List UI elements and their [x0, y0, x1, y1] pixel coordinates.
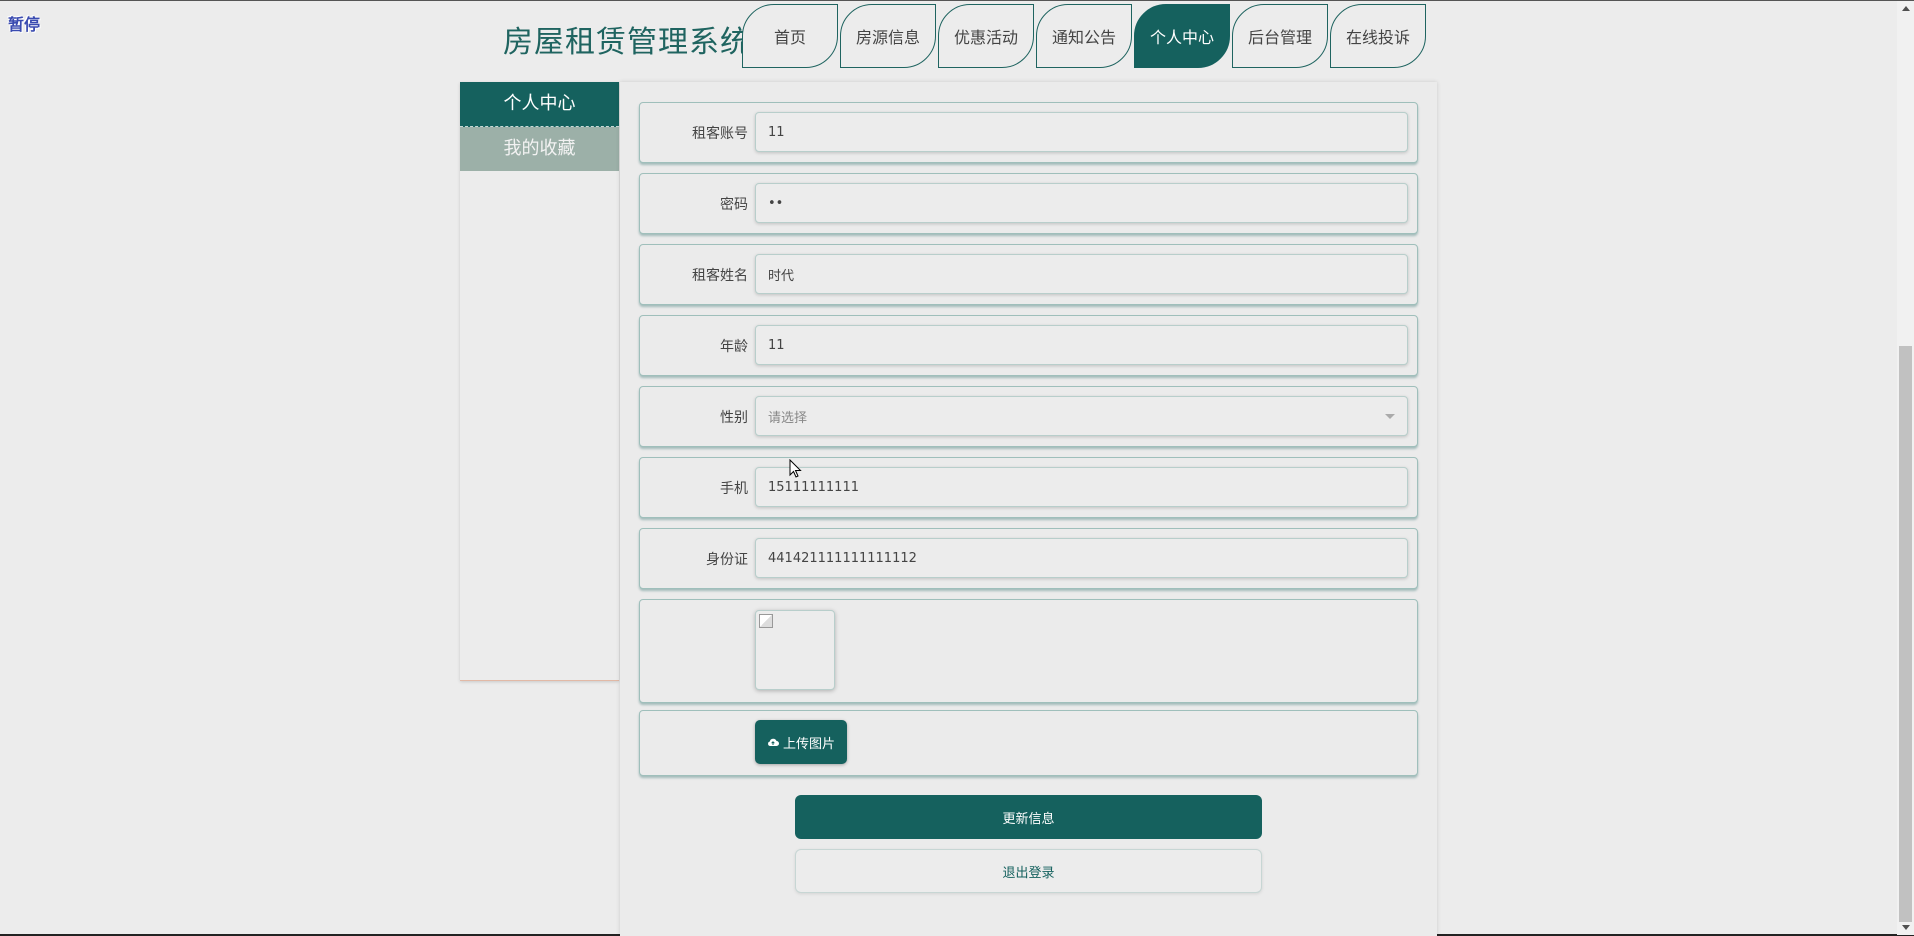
form-row-gender: 性别 请选择	[639, 386, 1418, 447]
form-row-id-card: 身份证 441421111111111112	[639, 528, 1418, 589]
id-card-input[interactable]: 441421111111111112	[755, 538, 1408, 578]
form-row-upload: 上传图片	[639, 710, 1418, 776]
vertical-scrollbar[interactable]	[1897, 1, 1914, 935]
name-label: 租客姓名	[692, 267, 748, 284]
logout-button[interactable]: 退出登录	[795, 849, 1262, 893]
nav-tab-notices[interactable]: 通知公告	[1036, 4, 1132, 68]
form-row-phone: 手机 15111111111	[639, 457, 1418, 518]
form-row-account: 租客账号 11	[639, 102, 1418, 163]
age-label: 年龄	[720, 338, 748, 355]
nav-tab-listings[interactable]: 房源信息	[840, 4, 936, 68]
scrollbar-thumb[interactable]	[1899, 346, 1912, 922]
phone-label: 手机	[720, 480, 748, 497]
broken-image-icon	[759, 614, 773, 628]
form-row-age: 年龄 11	[639, 315, 1418, 376]
mouse-cursor-icon	[789, 459, 802, 478]
gender-label: 性别	[720, 409, 748, 426]
avatar-image-preview[interactable]	[755, 610, 835, 690]
nav-tab-home[interactable]: 首页	[742, 4, 838, 68]
sidebar-item-favorites[interactable]: 我的收藏	[460, 127, 619, 171]
nav-tab-promotions[interactable]: 优惠活动	[938, 4, 1034, 68]
upload-image-label: 上传图片	[782, 736, 835, 752]
account-label: 租客账号	[692, 125, 748, 142]
upload-image-button[interactable]: 上传图片	[755, 720, 847, 764]
nav-tab-admin[interactable]: 后台管理	[1232, 4, 1328, 68]
profile-form-panel: 租客账号 11 密码 •• 租客姓名 时代 年龄 11 性别 请选择 手机 15…	[620, 82, 1437, 936]
cloud-upload-icon	[768, 738, 779, 746]
form-row-name: 租客姓名 时代	[639, 244, 1418, 305]
phone-input[interactable]: 15111111111	[755, 467, 1408, 507]
account-input[interactable]: 11	[755, 112, 1408, 152]
form-row-password: 密码 ••	[639, 173, 1418, 234]
nav-tab-profile[interactable]: 个人中心	[1134, 4, 1230, 68]
top-nav: 首页 房源信息 优惠活动 通知公告 个人中心 后台管理 在线投诉	[742, 4, 1426, 68]
name-input[interactable]: 时代	[755, 254, 1408, 294]
page: 暂停 房屋租赁管理系统 首页 房源信息 优惠活动 通知公告 个人中心 后台管理 …	[0, 0, 1914, 936]
id-card-label: 身份证	[706, 551, 748, 568]
update-info-button[interactable]: 更新信息	[795, 795, 1262, 839]
chevron-down-icon	[1385, 414, 1395, 419]
password-input[interactable]: ••	[755, 183, 1408, 223]
age-input[interactable]: 11	[755, 325, 1408, 365]
site-title: 房屋租赁管理系统	[503, 25, 751, 60]
sidebar-item-profile[interactable]: 个人中心	[460, 82, 619, 127]
form-row-avatar-preview	[639, 599, 1418, 703]
nav-tab-complaints[interactable]: 在线投诉	[1330, 4, 1426, 68]
gender-select[interactable]: 请选择	[755, 396, 1408, 436]
pause-label[interactable]: 暂停	[8, 11, 40, 35]
scroll-up-icon[interactable]	[1902, 6, 1910, 11]
scroll-down-icon[interactable]	[1902, 925, 1910, 930]
gender-select-placeholder: 请选择	[768, 410, 808, 426]
sidebar: 个人中心 我的收藏	[460, 82, 619, 681]
password-label: 密码	[720, 196, 748, 213]
